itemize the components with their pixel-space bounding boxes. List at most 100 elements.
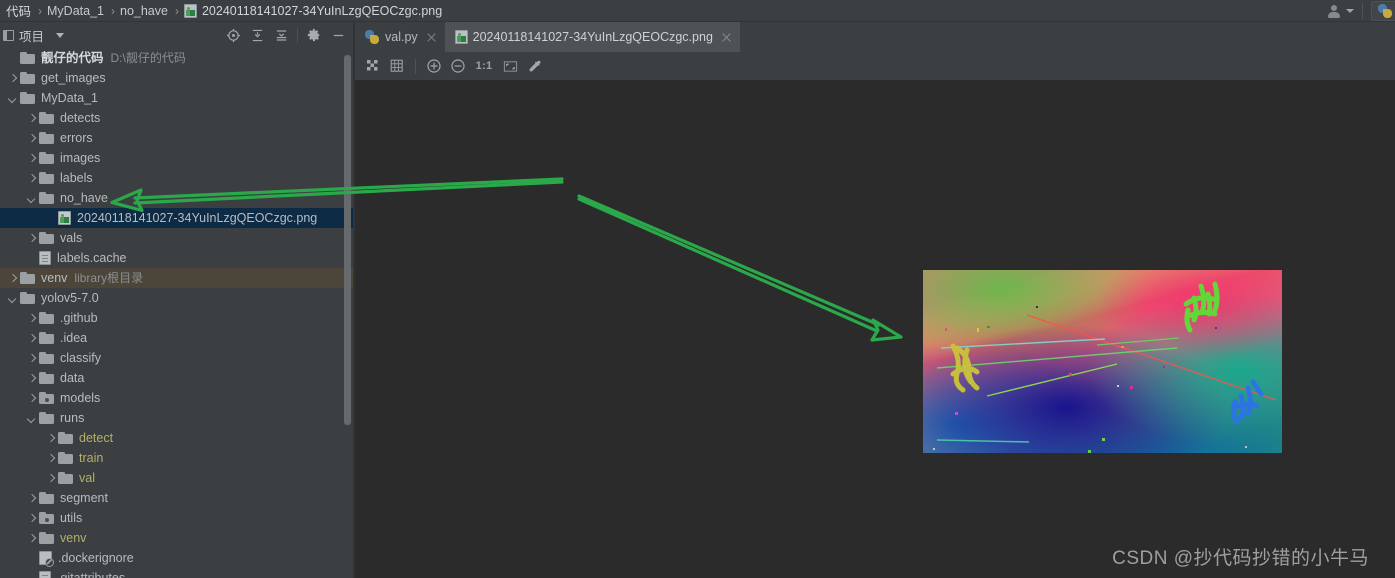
tree-row-utils[interactable]: utils [0, 508, 355, 528]
tree-row-label: .gitattributes [57, 571, 126, 578]
zoom-in-icon[interactable] [423, 55, 445, 77]
tree-row-venv[interactable]: venv library根目录 [0, 268, 355, 288]
chevron-right-icon[interactable] [25, 332, 37, 344]
tree-row-yolov5-7.0[interactable]: yolov5-7.0 [0, 288, 355, 308]
close-icon[interactable] [721, 32, 732, 43]
collapse-all-icon[interactable] [269, 23, 293, 47]
chevron-right-icon[interactable] [25, 172, 37, 184]
fit-to-window-icon[interactable] [499, 55, 521, 77]
breadcrumb-file[interactable]: 20240118141027-34YuInLzgQEOCzgc.png [181, 3, 445, 18]
run-configuration-selector[interactable]: c [1370, 0, 1395, 21]
tree-row-label: detect [79, 431, 114, 445]
tree-row-detects[interactable]: detects [0, 108, 355, 128]
tree-row-segment[interactable]: segment [0, 488, 355, 508]
tree-row-label: 靓仔的代码 [41, 51, 104, 65]
tree-row-mydata_1[interactable]: MyData_1 [0, 88, 355, 108]
chevron-right-icon[interactable] [25, 372, 37, 384]
tree-row-no_have[interactable]: no_have [0, 188, 355, 208]
folder-icon [39, 192, 54, 204]
chevron-right-icon[interactable] [25, 512, 37, 524]
chevron-right-icon[interactable] [25, 232, 37, 244]
folder-icon [39, 152, 54, 164]
breadcrumb-separator: › [38, 3, 43, 18]
chevron-down-icon[interactable] [56, 32, 65, 38]
folder-dot-marker [44, 397, 49, 402]
python-icon [365, 30, 379, 44]
folder-icon [58, 472, 73, 484]
tree-row-.github[interactable]: .github [0, 308, 355, 328]
expand-all-icon[interactable] [245, 23, 269, 47]
folder-icon [20, 52, 35, 64]
tree-row-suffix: D:\靓仔的代码 [110, 51, 186, 65]
tree-row-classify[interactable]: classify [0, 348, 355, 368]
actual-size-button[interactable]: 1:1 [471, 55, 497, 77]
tree-row-[interactable]: 靓仔的代码 D:\靓仔的代码 [0, 48, 355, 68]
project-tree[interactable]: 靓仔的代码 D:\靓仔的代码 get_images MyData_1 detects er… [0, 48, 355, 578]
chevron-right-icon[interactable] [6, 272, 18, 284]
tree-row-runs[interactable]: runs [0, 408, 355, 428]
tree-row-20240118141027-34yuinlzgqeoczgc.png[interactable]: 20240118141027-34YuInLzgQEOCzgc.png [0, 208, 355, 228]
chevron-right-icon[interactable] [44, 472, 56, 484]
editor-tab-bar: val.py 20240118141027-34YuInLzgQEOCzgc.pn… [355, 22, 1395, 52]
tree-row-.idea[interactable]: .idea [0, 328, 355, 348]
close-icon[interactable] [426, 32, 437, 43]
select-opened-file-icon[interactable] [221, 23, 245, 47]
tree-row-label: train [79, 451, 104, 465]
chevron-right-icon[interactable] [25, 312, 37, 324]
chevron-right-icon[interactable] [25, 392, 37, 404]
tree-row-val[interactable]: val [0, 468, 355, 488]
tree-row-labels.cache[interactable]: labels.cache [0, 248, 355, 268]
user-account-button[interactable] [1327, 4, 1354, 18]
tree-row-data[interactable]: data [0, 368, 355, 388]
toolbar-divider [297, 27, 298, 43]
chevron-down-icon[interactable] [25, 192, 37, 204]
tree-row-get_images[interactable]: get_images [0, 68, 355, 88]
ide-window: 代码 › MyData_1 › no_have › 20240118141027… [0, 0, 1395, 578]
folder-dot-marker [44, 517, 49, 522]
chevron-right-icon[interactable] [25, 532, 37, 544]
chevron-right-icon[interactable] [44, 452, 56, 464]
settings-gear-icon[interactable] [302, 23, 326, 47]
project-panel-title-group[interactable]: 项目 [3, 26, 65, 45]
hide-panel-icon[interactable] [326, 23, 350, 47]
preview-image[interactable] [923, 270, 1282, 453]
chevron-down-icon[interactable] [25, 412, 37, 424]
tree-row-images[interactable]: images [0, 148, 355, 168]
chevron-right-icon[interactable] [25, 112, 37, 124]
project-tree-scrollbar[interactable] [344, 55, 351, 425]
tree-row-errors[interactable]: errors [0, 128, 355, 148]
breadcrumb-nohave[interactable]: no_have [117, 4, 171, 18]
editor-tab-20240118141027-34yuinlzgqeoczgc.png[interactable]: 20240118141027-34YuInLzgQEOCzgc.png [444, 22, 740, 52]
file-icon [39, 571, 51, 578]
breadcrumb-separator: › [111, 3, 115, 18]
folder-icon [39, 372, 54, 384]
tool-window-icon [3, 29, 14, 41]
toggle-transparency-chessboard-icon[interactable] [362, 55, 384, 77]
chevron-right-icon[interactable] [25, 352, 37, 364]
tree-row-label: runs [60, 411, 85, 425]
image-viewer-toolbar: 1:1 [355, 52, 1395, 80]
tree-row-vals[interactable]: vals [0, 228, 355, 248]
chevron-right-icon[interactable] [25, 152, 37, 164]
zoom-out-icon[interactable] [447, 55, 469, 77]
tree-row-models[interactable]: models [0, 388, 355, 408]
titlebar: 代码 › MyData_1 › no_have › 20240118141027… [0, 0, 1395, 22]
chevron-right-icon[interactable] [25, 492, 37, 504]
toggle-grid-icon[interactable] [386, 55, 408, 77]
image-viewer-canvas[interactable]: CSDN @抄代码抄错的小牛马 [355, 80, 1395, 578]
color-picker-icon[interactable] [523, 55, 545, 77]
chevron-right-icon[interactable] [6, 72, 18, 84]
editor-tab-val.py[interactable]: val.py [355, 22, 445, 52]
breadcrumb-mydata1[interactable]: MyData_1 [44, 4, 107, 18]
chevron-right-icon[interactable] [25, 132, 37, 144]
chevron-down-icon[interactable] [6, 92, 18, 104]
tree-row-.dockerignore[interactable]: .dockerignore [0, 548, 355, 568]
tree-row-train[interactable]: train [0, 448, 355, 468]
tree-row-.gitattributes[interactable]: .gitattributes [0, 568, 355, 578]
tree-row-venv[interactable]: venv [0, 528, 355, 548]
chevron-down-icon[interactable] [6, 292, 18, 304]
chevron-right-icon[interactable] [44, 432, 56, 444]
tree-row-detect[interactable]: detect [0, 428, 355, 448]
breadcrumb-project[interactable]: 代码 [3, 1, 34, 20]
tree-row-labels[interactable]: labels [0, 168, 355, 188]
